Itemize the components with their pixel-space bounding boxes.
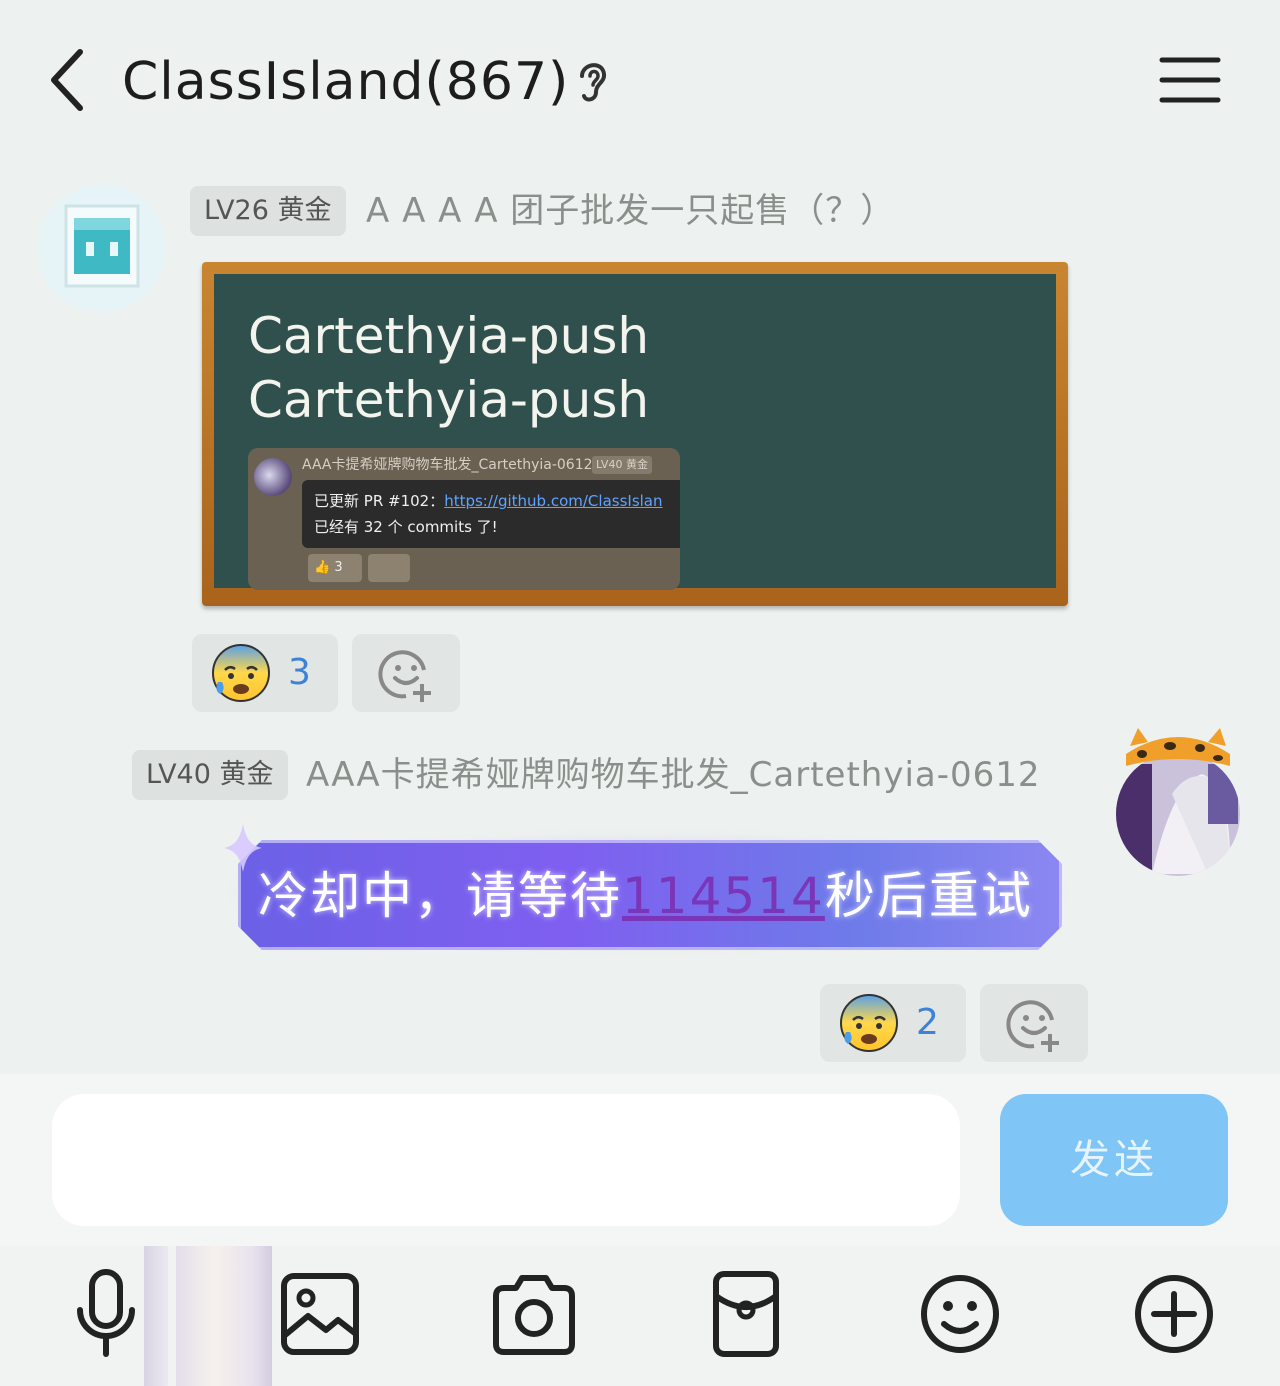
decorative-strip bbox=[176, 1246, 272, 1386]
image-icon bbox=[281, 1273, 359, 1355]
blackboard-text-line: Cartethyia-push bbox=[248, 371, 650, 429]
reaction-count: 2 bbox=[916, 1002, 939, 1043]
send-button[interactable]: 发送 bbox=[1000, 1094, 1228, 1226]
microphone-icon bbox=[77, 1269, 135, 1357]
quoted-text: 已更新 PR #102： bbox=[314, 492, 445, 510]
chat-title[interactable]: ClassIsland(867) bbox=[122, 48, 569, 116]
quoted-line: 已更新 PR #102：https://github.com/ClassIsla… bbox=[314, 488, 668, 514]
quoted-link: https://github.com/ClassIslan bbox=[444, 492, 663, 510]
quoted-line: 已经有 32 个 commits 了! bbox=[314, 518, 498, 536]
reaction-count: 3 bbox=[288, 652, 311, 693]
blackboard: Cartethyia-push Cartethyia-push AAA卡提希娅牌… bbox=[214, 274, 1056, 590]
quoted-level-badge: LV40 黄金 bbox=[592, 456, 652, 474]
add-emoji-icon bbox=[378, 650, 431, 702]
bottom-toolbar bbox=[0, 1246, 1280, 1386]
red-packet-icon bbox=[713, 1271, 779, 1357]
special-message-bubble[interactable]: 冷却中，请等待114514秒后重试 bbox=[218, 820, 1078, 956]
anxious-sweat-emoji-icon bbox=[212, 644, 270, 702]
microphone-button[interactable] bbox=[58, 1266, 154, 1362]
sender-nickname[interactable]: A A A A 团子批发一只起售（？） bbox=[366, 184, 895, 238]
level-badge: LV40 黄金 bbox=[132, 750, 288, 800]
reaction-chip[interactable]: 2 bbox=[820, 984, 966, 1062]
add-emoji-icon bbox=[1006, 1000, 1059, 1052]
message-text-prefix: 冷却中，请等待 bbox=[258, 867, 622, 925]
message-input[interactable] bbox=[52, 1094, 960, 1226]
user-avatar-image bbox=[64, 204, 140, 288]
emoji-button[interactable] bbox=[912, 1266, 1008, 1362]
more-button[interactable] bbox=[1126, 1266, 1222, 1362]
user-avatar-image bbox=[1116, 728, 1240, 876]
reaction-chip[interactable]: 3 bbox=[192, 634, 338, 712]
message-text: 冷却中，请等待114514秒后重试 bbox=[258, 866, 1033, 926]
avatar[interactable] bbox=[1112, 724, 1244, 878]
quoted-add-reaction bbox=[368, 554, 410, 582]
avatar[interactable] bbox=[38, 184, 166, 312]
level-badge: LV26 黄金 bbox=[190, 186, 346, 236]
chevron-left-icon[interactable] bbox=[44, 46, 92, 114]
quoted-nickname: AAA卡提希娅牌购物车批发_Cartethyia-0612 bbox=[302, 457, 593, 473]
hamburger-menu-icon[interactable] bbox=[1158, 54, 1222, 106]
add-reaction-button[interactable] bbox=[352, 634, 460, 712]
quoted-message: 已更新 PR #102：https://github.com/ClassIsla… bbox=[302, 480, 680, 548]
image-button[interactable] bbox=[272, 1266, 368, 1362]
anxious-sweat-emoji-icon bbox=[840, 994, 898, 1052]
chat-header: ClassIsland(867) bbox=[0, 0, 1280, 160]
red-packet-button[interactable] bbox=[698, 1266, 794, 1362]
avatar bbox=[254, 458, 292, 496]
camera-button[interactable] bbox=[486, 1266, 582, 1362]
message-number-link[interactable]: 114514 bbox=[622, 867, 825, 925]
sender-nickname[interactable]: AAA卡提希娅牌购物车批发_Cartethyia-0612 bbox=[306, 748, 1041, 802]
add-reaction-button[interactable] bbox=[980, 984, 1088, 1062]
image-message[interactable]: Cartethyia-push Cartethyia-push AAA卡提希娅牌… bbox=[202, 262, 1068, 606]
input-bar: 发送 bbox=[0, 1074, 1280, 1246]
message-text-suffix: 秒后重试 bbox=[824, 867, 1033, 925]
ear-icon[interactable] bbox=[572, 56, 612, 106]
quoted-reaction-count: 3 bbox=[334, 560, 343, 575]
plus-icon bbox=[1135, 1275, 1213, 1353]
blackboard-text-line: Cartethyia-push bbox=[248, 307, 650, 365]
quoted-reaction: 👍 3 bbox=[308, 554, 362, 582]
quoted-screenshot: AAA卡提希娅牌购物车批发_Cartethyia-0612 LV40 黄金 已更… bbox=[248, 448, 680, 590]
camera-icon bbox=[493, 1275, 575, 1355]
emoji-icon bbox=[921, 1275, 999, 1353]
